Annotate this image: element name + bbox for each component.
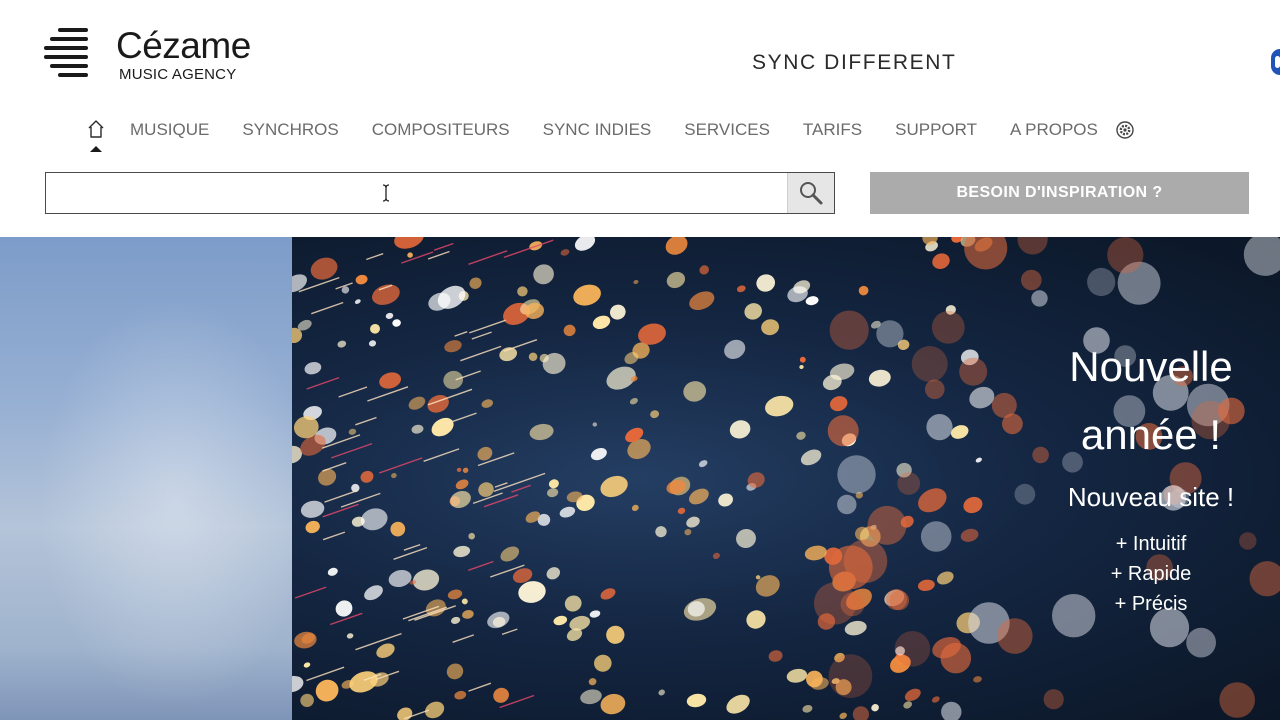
brand-logo[interactable]: Cézame MUSIC AGENCY <box>44 26 294 86</box>
hero-title-line-2: année ! <box>1080 411 1222 458</box>
nav-item-musique[interactable]: MUSIQUE <box>130 118 209 142</box>
hero-title-line-1: Nouvelle <box>1069 343 1233 390</box>
inspiration-button[interactable]: BESOIN D'INSPIRATION ? <box>870 172 1249 214</box>
hero-feature-item: + Rapide <box>1110 563 1192 585</box>
home-icon <box>88 120 104 138</box>
main-nav: MUSIQUE SYNCHROS COMPOSITEURS SYNC INDIE… <box>86 118 1135 154</box>
active-caret-icon <box>90 146 102 152</box>
nav-item-sync-indies[interactable]: SYNC INDIES <box>543 118 652 142</box>
nav-home[interactable] <box>86 118 106 154</box>
nav-item-compositeurs[interactable]: COMPOSITEURS <box>372 118 510 142</box>
language-badge-icon[interactable] <box>1271 49 1280 75</box>
hero-feature-item: + Précis <box>1114 593 1188 615</box>
text-cursor-icon <box>382 184 390 202</box>
hero-subtitle: Nouveau site ! <box>1067 482 1235 512</box>
brand-name: Cézame <box>116 25 251 66</box>
hero-feature-item: + Intuitif <box>1115 533 1187 555</box>
nav-item-a-propos[interactable]: A PROPOS <box>1010 118 1098 142</box>
search-input[interactable] <box>46 173 788 213</box>
site-header: Cézame MUSIC AGENCY SYNC DIFFERENT MUSIQ… <box>0 0 1280 237</box>
hero-feature-list: + Intuitif + Rapide + Précis <box>1040 529 1262 619</box>
settings-icon[interactable] <box>1115 120 1135 140</box>
nav-item-support[interactable]: SUPPORT <box>895 118 977 142</box>
tagline: SYNC DIFFERENT <box>752 51 957 74</box>
hero-title: Nouvelle année ! <box>1040 333 1262 469</box>
search-icon <box>800 182 823 205</box>
hero-side-image <box>0 237 292 720</box>
nav-item-synchros[interactable]: SYNCHROS <box>242 118 338 142</box>
logo-mark-icon <box>44 28 94 80</box>
search-button[interactable] <box>787 173 834 213</box>
nav-item-tarifs[interactable]: TARIFS <box>803 118 862 142</box>
brand-subtitle: MUSIC AGENCY <box>119 66 237 83</box>
search-bar <box>45 172 835 214</box>
hero-text-block: Nouvelle année ! Nouveau site ! + Intuit… <box>1040 333 1262 619</box>
nav-item-services[interactable]: SERVICES <box>684 118 770 142</box>
hero-banner[interactable]: Nouvelle année ! Nouveau site ! + Intuit… <box>0 237 1280 720</box>
